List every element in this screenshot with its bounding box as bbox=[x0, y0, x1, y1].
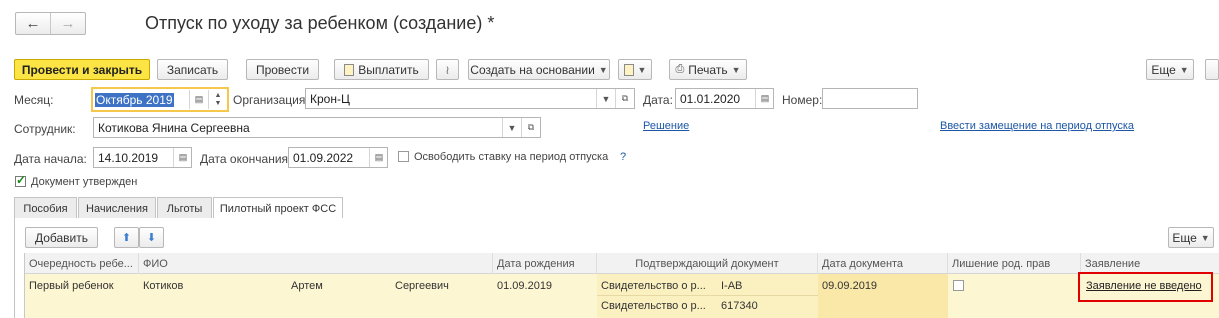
organization-field[interactable]: Крон-Ц ▼ ⧉ bbox=[305, 88, 635, 109]
month-label: Месяц: bbox=[14, 93, 54, 107]
tab-fss-pilot[interactable]: Пилотный проект ФСС bbox=[213, 197, 343, 220]
approved-label: Документ утвержден bbox=[31, 176, 138, 188]
col-fio[interactable]: ФИО bbox=[139, 253, 493, 274]
col-deprivation[interactable]: Лишение род. прав bbox=[948, 253, 1081, 274]
post-button[interactable]: Провести bbox=[246, 59, 319, 80]
end-date-value: 01.09.2022 bbox=[293, 150, 354, 165]
chevron-down-icon: ▼ bbox=[598, 64, 608, 75]
tab-accruals[interactable]: Начисления bbox=[78, 197, 156, 219]
nav-group: ← → bbox=[15, 12, 86, 35]
start-date-label: Дата начала: bbox=[14, 152, 87, 166]
help-icon[interactable]: ? bbox=[620, 151, 626, 163]
free-rate-label: Освободить ставку на период отпуска bbox=[414, 151, 609, 163]
doc-number-cell: 617340 bbox=[721, 300, 758, 312]
calendar-icon[interactable]: ▤ bbox=[755, 89, 774, 108]
more-actions-button[interactable] bbox=[1205, 59, 1219, 80]
open-icon[interactable]: ⧉ bbox=[615, 89, 634, 108]
month-value: Октябрь 2019 bbox=[95, 92, 174, 107]
chevron-down-icon: ▼ bbox=[731, 64, 741, 75]
col-order[interactable]: Очередность ребе... bbox=[25, 253, 139, 274]
employee-value: Котикова Янина Сергеевна bbox=[98, 120, 250, 135]
replacement-link[interactable]: Ввести замещение на период отпуска bbox=[940, 120, 1134, 132]
col-application[interactable]: Заявление bbox=[1081, 253, 1219, 274]
arrow-down-icon: ⬇ bbox=[146, 232, 157, 244]
move-up-button[interactable]: ⬆ bbox=[114, 227, 139, 248]
back-arrow-icon[interactable]: ← bbox=[16, 13, 51, 34]
arrow-up-icon: ⬆ bbox=[121, 232, 132, 244]
end-date-label: Дата окончания: bbox=[200, 152, 292, 166]
free-rate-checkbox[interactable] bbox=[398, 151, 409, 162]
col-birth-date[interactable]: Дата рождения bbox=[493, 253, 597, 274]
doc-type-cell-2: Свидетельство о р... bbox=[601, 300, 706, 312]
more-button-label: Еще bbox=[1151, 62, 1176, 77]
employee-label: Сотрудник: bbox=[14, 122, 76, 136]
create-based-on-label: Создать на основании bbox=[470, 62, 595, 77]
move-down-button[interactable]: ⬇ bbox=[139, 227, 164, 248]
print-button-label: Печать bbox=[688, 62, 728, 77]
chevron-down-icon: ▼ bbox=[1200, 232, 1210, 243]
start-date-value: 14.10.2019 bbox=[98, 150, 159, 165]
calendar-icon[interactable]: ▤ bbox=[369, 148, 388, 167]
table-more-label: Еще bbox=[1172, 230, 1197, 245]
date-value: 01.01.2020 bbox=[680, 91, 741, 106]
create-based-on-button[interactable]: Создать на основании ▼ bbox=[468, 59, 610, 80]
printer-icon: ⎙ bbox=[675, 63, 685, 75]
month-field[interactable]: Октябрь 2019 ▤ ▲ ▼ bbox=[91, 87, 229, 112]
number-field[interactable] bbox=[822, 88, 918, 109]
application-link[interactable]: Заявление не введено bbox=[1083, 280, 1202, 292]
calendar-icon[interactable]: ▤ bbox=[189, 90, 208, 109]
number-label: Номер: bbox=[782, 93, 823, 107]
save-button[interactable]: Записать bbox=[157, 59, 228, 80]
doc-date-cell: 09.09.2019 bbox=[822, 280, 878, 292]
report-menu-button[interactable]: ▼ bbox=[618, 59, 652, 80]
pay-button[interactable]: Выплатить bbox=[334, 59, 429, 80]
col-document-date[interactable]: Дата документа bbox=[818, 253, 948, 274]
attach-button[interactable]: ≀ bbox=[436, 59, 459, 80]
month-spin-icon[interactable]: ▲ ▼ bbox=[208, 90, 227, 109]
tab-benefits-privileges[interactable]: Льготы bbox=[157, 197, 212, 219]
first-name-cell: Артем bbox=[291, 280, 323, 292]
doc-type-cell: Свидетельство о р... bbox=[601, 280, 706, 292]
organization-label: Организация: bbox=[233, 93, 309, 107]
print-button[interactable]: ⎙ Печать ▼ bbox=[669, 59, 747, 80]
date-field[interactable]: 01.01.2020 ▤ bbox=[675, 88, 774, 109]
report-icon bbox=[623, 63, 634, 76]
chevron-down-icon: ▼ bbox=[1179, 64, 1189, 75]
paperclip-icon: ≀ bbox=[445, 62, 450, 77]
patronymic-cell: Сергеевич bbox=[395, 280, 449, 292]
chevron-down-icon[interactable]: ▼ bbox=[596, 89, 615, 108]
employee-field[interactable]: Котикова Янина Сергеевна ▼ ⧉ bbox=[93, 117, 541, 138]
forward-arrow-icon[interactable]: → bbox=[51, 13, 85, 34]
table-more-button[interactable]: Еще ▼ bbox=[1168, 227, 1214, 248]
order-cell: Первый ребенок bbox=[29, 280, 114, 292]
start-date-field[interactable]: 14.10.2019 ▤ bbox=[93, 147, 192, 168]
document-icon bbox=[344, 63, 355, 76]
post-and-close-button[interactable]: Провести и закрыть bbox=[14, 59, 150, 80]
open-icon[interactable]: ⧉ bbox=[521, 118, 540, 137]
decision-link[interactable]: Решение bbox=[643, 120, 689, 132]
organization-value: Крон-Ц bbox=[310, 91, 350, 106]
end-date-field[interactable]: 01.09.2022 ▤ bbox=[288, 147, 388, 168]
chevron-down-icon: ▼ bbox=[637, 64, 647, 75]
col-confirming-document[interactable]: Подтверждающий документ bbox=[597, 253, 818, 274]
doc-row-divider bbox=[597, 295, 818, 296]
date-label: Дата: bbox=[643, 93, 673, 107]
checkmark-icon: ✓ bbox=[16, 173, 27, 187]
doc-series-cell: I-АВ bbox=[721, 280, 743, 292]
calendar-icon[interactable]: ▤ bbox=[173, 148, 192, 167]
chevron-down-icon[interactable]: ▼ bbox=[502, 118, 521, 137]
pay-button-label: Выплатить bbox=[358, 62, 419, 77]
page-title: Отпуск по уходу за ребенком (создание) * bbox=[145, 13, 495, 33]
birth-date-cell: 01.09.2019 bbox=[497, 280, 553, 292]
tab-benefits[interactable]: Пособия bbox=[14, 197, 77, 219]
deprivation-checkbox[interactable] bbox=[953, 280, 964, 291]
more-button[interactable]: Еще ▼ bbox=[1146, 59, 1194, 80]
approved-checkbox[interactable]: ✓ bbox=[15, 173, 27, 187]
add-button[interactable]: Добавить bbox=[25, 227, 98, 248]
last-name-cell: Котиков bbox=[143, 280, 184, 292]
